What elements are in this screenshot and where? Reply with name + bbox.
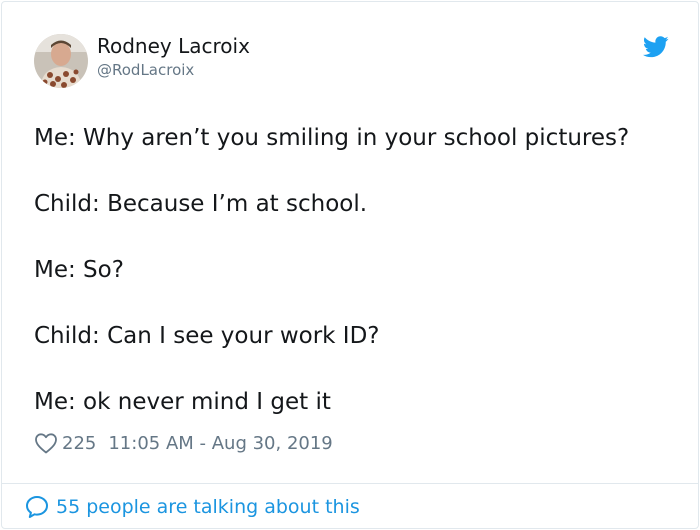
tweet-line: Me: Why aren’t you smiling in your schoo… — [34, 125, 630, 151]
tweet-meta: 225 11:05 AM - Aug 30, 2019 — [34, 430, 333, 456]
like-count[interactable]: 225 — [62, 433, 96, 454]
author-display-name[interactable]: Rodney Lacroix — [97, 34, 250, 58]
avatar[interactable] — [34, 34, 88, 88]
avatar-image — [34, 34, 88, 88]
author-names: Rodney Lacroix @RodLacroix — [97, 34, 250, 80]
twitter-bird-icon[interactable] — [642, 36, 669, 58]
speech-bubble-icon — [26, 496, 48, 518]
tweet-line: Me: So? — [34, 257, 124, 283]
tweet-timestamp[interactable]: 11:05 AM - Aug 30, 2019 — [108, 433, 332, 454]
tweet-header: Rodney Lacroix @RodLacroix — [2, 2, 698, 102]
tweet-line: Child: Because I’m at school. — [34, 191, 368, 217]
conversation-label: 55 people are talking about this — [56, 496, 360, 518]
conversation-link[interactable]: 55 people are talking about this — [24, 492, 360, 522]
tweet-text: Me: Why aren’t you smiling in your schoo… — [34, 122, 684, 452]
heart-icon[interactable] — [34, 432, 58, 454]
tweet-card: Rodney Lacroix @RodLacroix Me: Why aren’… — [1, 1, 699, 529]
tweet-line: Child: Can I see your work ID? — [34, 323, 380, 349]
author-handle[interactable]: @RodLacroix — [97, 60, 250, 80]
divider — [2, 483, 698, 484]
